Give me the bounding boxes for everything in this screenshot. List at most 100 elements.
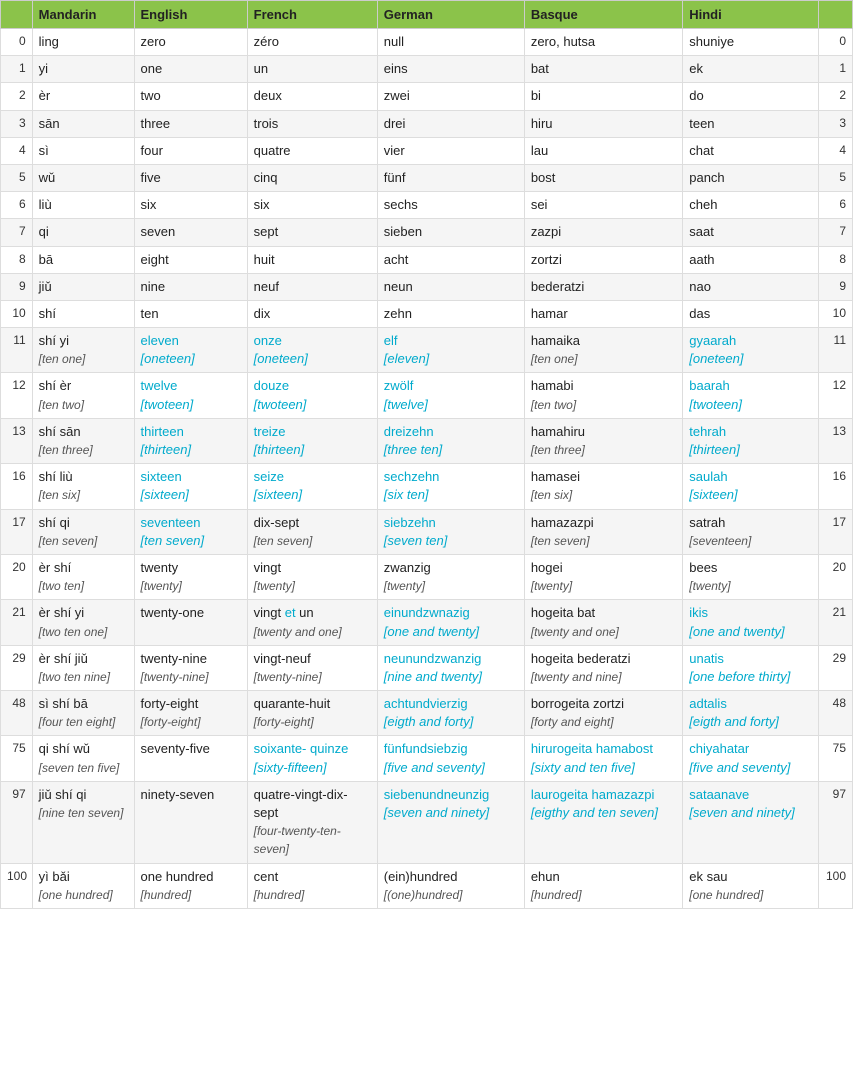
row-number-right: 12 <box>819 373 853 418</box>
cell-german: fünfundsiebzig[five and seventy] <box>377 736 524 781</box>
cell-german: vier <box>377 137 524 164</box>
cell-english: seven <box>134 219 247 246</box>
cell-mandarin: qi <box>32 219 134 246</box>
cell-mandarin: qi shí wǔ[seven ten five] <box>32 736 134 781</box>
row-number: 13 <box>1 418 33 463</box>
row-number-right: 7 <box>819 219 853 246</box>
table-row: 20èr shí[two ten]twenty[twenty]vingt[twe… <box>1 554 853 599</box>
cell-hindi: nao <box>683 273 819 300</box>
cell-mandarin: èr shí[two ten] <box>32 554 134 599</box>
table-row: 29èr shí jiǔ[two ten nine]twenty-nine[tw… <box>1 645 853 690</box>
cell-german: fünf <box>377 164 524 191</box>
cell-english: eleven[oneteen] <box>134 328 247 373</box>
header-mandarin: Mandarin <box>32 1 134 29</box>
cell-basque: hogeita bederatzi[twenty and nine] <box>524 645 682 690</box>
cell-basque: hogeita bat[twenty and one] <box>524 600 682 645</box>
table-row: 7qisevenseptsiebenzazpisaat7 <box>1 219 853 246</box>
cell-german: sechzehn[six ten] <box>377 464 524 509</box>
cell-french: deux <box>247 83 377 110</box>
cell-mandarin: sì shí bā[four ten eight] <box>32 691 134 736</box>
header-german: German <box>377 1 524 29</box>
cell-hindi: bees[twenty] <box>683 554 819 599</box>
cell-hindi: saat <box>683 219 819 246</box>
cell-english: four <box>134 137 247 164</box>
header-num <box>1 1 33 29</box>
table-row: 0lingzerozéronullzero, hutsashuniye0 <box>1 29 853 56</box>
cell-german: zehn <box>377 300 524 327</box>
cell-hindi: chat <box>683 137 819 164</box>
table-row: 2èrtwodeuxzweibido2 <box>1 83 853 110</box>
cell-german: sieben <box>377 219 524 246</box>
table-row: 4sìfourquatrevierlauchat4 <box>1 137 853 164</box>
cell-basque: zero, hutsa <box>524 29 682 56</box>
cell-basque: hamasei[ten six] <box>524 464 682 509</box>
cell-english: thirteen[thirteen] <box>134 418 247 463</box>
cell-german: neunundzwanzig[nine and twenty] <box>377 645 524 690</box>
cell-basque: laurogeita hamazazpi[eigthy and ten seve… <box>524 781 682 863</box>
row-number: 4 <box>1 137 33 164</box>
row-number-right: 21 <box>819 600 853 645</box>
row-number-right: 2 <box>819 83 853 110</box>
cell-french: trois <box>247 110 377 137</box>
row-number: 0 <box>1 29 33 56</box>
cell-french: neuf <box>247 273 377 300</box>
cell-basque: hamahiru[ten three] <box>524 418 682 463</box>
cell-german: elf[eleven] <box>377 328 524 373</box>
row-number-right: 5 <box>819 164 853 191</box>
header-row: Mandarin English French German Basque Hi… <box>1 1 853 29</box>
cell-english: nine <box>134 273 247 300</box>
row-number: 10 <box>1 300 33 327</box>
row-number: 2 <box>1 83 33 110</box>
row-number-right: 8 <box>819 246 853 273</box>
row-number: 21 <box>1 600 33 645</box>
cell-french: vingt et un[twenty and one] <box>247 600 377 645</box>
cell-hindi: chiyahatar[five and seventy] <box>683 736 819 781</box>
row-number: 75 <box>1 736 33 781</box>
cell-hindi: ek sau[one hundred] <box>683 863 819 908</box>
cell-german: (ein)hundred[(one)hundred] <box>377 863 524 908</box>
cell-french: onze[oneteen] <box>247 328 377 373</box>
table-row: 9jiǔnineneufneunbederatzinao9 <box>1 273 853 300</box>
row-number-right: 75 <box>819 736 853 781</box>
cell-english: one hundred[hundred] <box>134 863 247 908</box>
cell-hindi: ikis[one and twenty] <box>683 600 819 645</box>
row-number-right: 0 <box>819 29 853 56</box>
cell-english: forty-eight[forty-eight] <box>134 691 247 736</box>
table-row: 21èr shí yi[two ten one]twenty-onevingt … <box>1 600 853 645</box>
cell-english: twenty-one <box>134 600 247 645</box>
cell-hindi: shuniye <box>683 29 819 56</box>
numbers-table: Mandarin English French German Basque Hi… <box>0 0 853 909</box>
table-row: 1yioneuneinsbatek1 <box>1 56 853 83</box>
cell-german: neun <box>377 273 524 300</box>
row-number: 9 <box>1 273 33 300</box>
cell-hindi: gyaarah[oneteen] <box>683 328 819 373</box>
row-number: 97 <box>1 781 33 863</box>
row-number: 29 <box>1 645 33 690</box>
cell-german: null <box>377 29 524 56</box>
cell-hindi: saulah[sixteen] <box>683 464 819 509</box>
row-number-right: 100 <box>819 863 853 908</box>
cell-french: huit <box>247 246 377 273</box>
row-number: 100 <box>1 863 33 908</box>
row-number-right: 9 <box>819 273 853 300</box>
row-number-right: 6 <box>819 192 853 219</box>
row-number: 8 <box>1 246 33 273</box>
cell-basque: bi <box>524 83 682 110</box>
cell-basque: hamabi[ten two] <box>524 373 682 418</box>
cell-basque: hamar <box>524 300 682 327</box>
cell-mandarin: shí liù[ten six] <box>32 464 134 509</box>
cell-hindi: aath <box>683 246 819 273</box>
table-row: 75qi shí wǔ[seven ten five]seventy-fives… <box>1 736 853 781</box>
table-row: 11shí yi[ten one]eleven[oneteen]onze[one… <box>1 328 853 373</box>
row-number-right: 11 <box>819 328 853 373</box>
header-num2 <box>819 1 853 29</box>
row-number: 7 <box>1 219 33 246</box>
cell-basque: zazpi <box>524 219 682 246</box>
row-number-right: 16 <box>819 464 853 509</box>
table-row: 100yì bǎi[one hundred]one hundred[hundre… <box>1 863 853 908</box>
table-row: 8bāeighthuitachtzortziaath8 <box>1 246 853 273</box>
cell-english: zero <box>134 29 247 56</box>
cell-german: zwanzig[twenty] <box>377 554 524 599</box>
cell-english: seventy-five <box>134 736 247 781</box>
cell-german: zwei <box>377 83 524 110</box>
